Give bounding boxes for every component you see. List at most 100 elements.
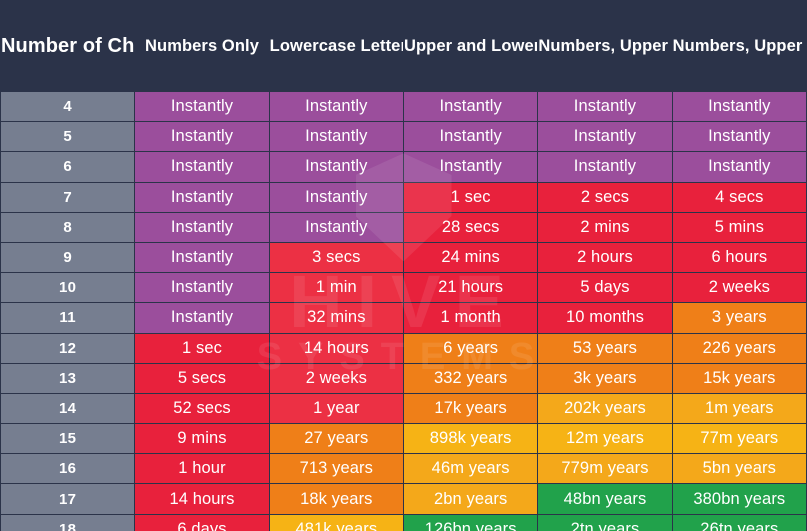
crack-time-cell: 1 year bbox=[269, 393, 403, 424]
crack-time-cell: 5 mins bbox=[672, 212, 806, 242]
row-label-character-count: 11 bbox=[1, 303, 135, 333]
crack-time-cell: 53 years bbox=[538, 333, 672, 363]
crack-time-cell: 2 hours bbox=[538, 242, 672, 273]
crack-time-cell: Instantly bbox=[403, 92, 538, 122]
crack-time-cell: 779m years bbox=[538, 454, 672, 484]
crack-time-cell: Instantly bbox=[538, 92, 672, 122]
crack-time-cell: 9 mins bbox=[135, 424, 269, 454]
table-row: 14 52 secs 1 year 17k years 202k years 1m yea… bbox=[1, 393, 806, 424]
crack-time-cell: 21 hours bbox=[403, 273, 538, 303]
crack-time-cell: 3 secs bbox=[269, 242, 403, 273]
crack-time-cell: 6 hours bbox=[672, 242, 806, 273]
crack-time-cell: 14 hours bbox=[269, 333, 403, 363]
table-row: 6 Instantly Instantly Instantly Instantly Ins… bbox=[1, 152, 806, 182]
table-header: Number of Characters Numbers Only Lowerc… bbox=[1, 1, 806, 91]
row-label-character-count: 9 bbox=[1, 242, 135, 273]
crack-time-cell: 1 min bbox=[269, 273, 403, 303]
crack-time-cell: 226 years bbox=[672, 333, 806, 363]
table-row: 4 Instantly Instantly Instantly Instantly Ins… bbox=[1, 92, 806, 122]
crack-time-cell: 5 days bbox=[538, 273, 672, 303]
column-header-numbers-only: Numbers Only bbox=[135, 1, 269, 91]
crack-time-cell: 126bn years bbox=[403, 514, 538, 531]
crack-time-cell: 24 mins bbox=[403, 242, 538, 273]
crack-time-cell: 202k years bbox=[538, 393, 672, 424]
crack-time-cell: Instantly bbox=[269, 152, 403, 182]
row-label-character-count: 5 bbox=[1, 122, 135, 152]
crack-time-cell: 2 weeks bbox=[672, 273, 806, 303]
crack-time-cell: Instantly bbox=[538, 122, 672, 152]
row-label-character-count: 17 bbox=[1, 484, 135, 514]
crack-time-cell: 15k years bbox=[672, 363, 806, 393]
table-row: 16 1 hour 713 years 46m years 779m years 5bn … bbox=[1, 454, 806, 484]
crack-time-cell: 380bn years bbox=[672, 484, 806, 514]
crack-time-cell: 2bn years bbox=[403, 484, 538, 514]
crack-time-cell: 12m years bbox=[538, 424, 672, 454]
column-header-number-of-characters: Number of Characters bbox=[1, 1, 135, 91]
crack-time-cell: 1 hour bbox=[135, 454, 269, 484]
row-label-character-count: 14 bbox=[1, 393, 135, 424]
table-row: 9 Instantly 3 secs 24 mins 2 hours 6 hours bbox=[1, 242, 806, 273]
crack-time-cell: 2 secs bbox=[538, 182, 672, 212]
crack-time-cell: 5 secs bbox=[135, 363, 269, 393]
crack-time-cell: 10 months bbox=[538, 303, 672, 333]
crack-time-cell: Instantly bbox=[403, 122, 538, 152]
crack-time-cell: Instantly bbox=[135, 152, 269, 182]
row-label-character-count: 4 bbox=[1, 92, 135, 122]
crack-time-cell: 2 mins bbox=[538, 212, 672, 242]
column-header-numbers-upper-lowercase-symbols: Numbers, Upper and Lowercase Letters, Sy… bbox=[672, 1, 806, 91]
crack-time-cell: 52 secs bbox=[135, 393, 269, 424]
row-label-character-count: 18 bbox=[1, 514, 135, 531]
crack-time-cell: Instantly bbox=[135, 182, 269, 212]
crack-time-cell: 713 years bbox=[269, 454, 403, 484]
crack-time-cell: Instantly bbox=[135, 303, 269, 333]
row-label-character-count: 12 bbox=[1, 333, 135, 363]
crack-time-cell: Instantly bbox=[269, 182, 403, 212]
row-label-character-count: 7 bbox=[1, 182, 135, 212]
column-header-upper-and-lowercase-letters: Upper and Lowercase Letters bbox=[403, 1, 538, 91]
crack-time-cell: 1 sec bbox=[135, 333, 269, 363]
crack-time-cell: 1 month bbox=[403, 303, 538, 333]
crack-time-cell: 48bn years bbox=[538, 484, 672, 514]
crack-time-cell: Instantly bbox=[135, 273, 269, 303]
table-row: 12 1 sec 14 hours 6 years 53 years 226 years bbox=[1, 333, 806, 363]
table-row: 15 9 mins 27 years 898k years 12m years 77m y… bbox=[1, 424, 806, 454]
crack-time-cell: 2tn years bbox=[538, 514, 672, 531]
crack-time-cell: 1 sec bbox=[403, 182, 538, 212]
crack-time-cell: Instantly bbox=[135, 92, 269, 122]
column-header-numbers-upper-and-lowercase-letters: Numbers, Upper and Lowercase Letters bbox=[538, 1, 672, 91]
row-label-character-count: 6 bbox=[1, 152, 135, 182]
table-row: 17 14 hours 18k years 2bn years 48bn years 38… bbox=[1, 484, 806, 514]
row-label-character-count: 16 bbox=[1, 454, 135, 484]
crack-time-cell: 4 secs bbox=[672, 182, 806, 212]
row-label-character-count: 8 bbox=[1, 212, 135, 242]
crack-time-cell: Instantly bbox=[672, 122, 806, 152]
crack-time-cell: 14 hours bbox=[135, 484, 269, 514]
crack-time-cell: 3k years bbox=[538, 363, 672, 393]
crack-time-cell: 6 years bbox=[403, 333, 538, 363]
crack-time-cell: 27 years bbox=[269, 424, 403, 454]
crack-time-cell: Instantly bbox=[269, 122, 403, 152]
crack-time-cell: Instantly bbox=[135, 242, 269, 273]
table-body: 4 Instantly Instantly Instantly Instantly Ins… bbox=[1, 92, 806, 531]
crack-time-cell: 18k years bbox=[269, 484, 403, 514]
crack-time-cell: Instantly bbox=[269, 92, 403, 122]
crack-time-cell: 46m years bbox=[403, 454, 538, 484]
table-row: 13 5 secs 2 weeks 332 years 3k years 15k year… bbox=[1, 363, 806, 393]
crack-time-cell: 26tn years bbox=[672, 514, 806, 531]
header-row: Number of Characters Numbers Only Lowerc… bbox=[1, 1, 806, 91]
crack-time-cell: 6 days bbox=[135, 514, 269, 531]
crack-time-cell: 28 secs bbox=[403, 212, 538, 242]
table-row: 7 Instantly Instantly 1 sec 2 secs 4 secs bbox=[1, 182, 806, 212]
crack-time-cell: 1m years bbox=[672, 393, 806, 424]
crack-time-cell: Instantly bbox=[403, 152, 538, 182]
crack-time-cell: 332 years bbox=[403, 363, 538, 393]
crack-time-cell: Instantly bbox=[538, 152, 672, 182]
column-header-lowercase-letters: Lowercase Letters bbox=[269, 1, 403, 91]
data-grid: Number of Characters Numbers Only Lowerc… bbox=[0, 0, 807, 531]
crack-time-cell: 5bn years bbox=[672, 454, 806, 484]
crack-time-cell: 3 years bbox=[672, 303, 806, 333]
table-row: 18 6 days 481k years 126bn years 2tn years 26… bbox=[1, 514, 806, 531]
crack-time-cell: Instantly bbox=[672, 152, 806, 182]
table-row: 5 Instantly Instantly Instantly Instantly Ins… bbox=[1, 122, 806, 152]
crack-time-cell: 77m years bbox=[672, 424, 806, 454]
